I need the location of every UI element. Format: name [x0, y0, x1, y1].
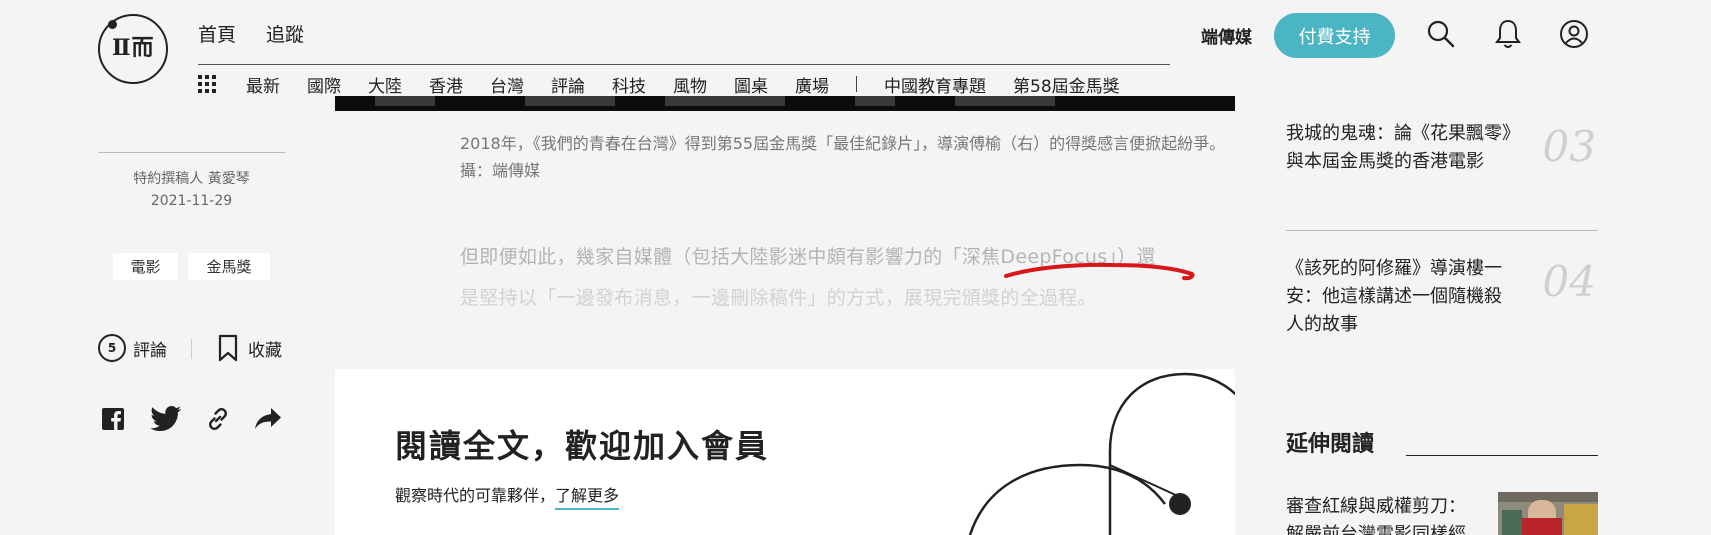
extended-reading-title: 延伸閱讀 — [1286, 431, 1375, 457]
category-opinion[interactable]: 評論 — [551, 72, 585, 97]
search-icon[interactable] — [1424, 17, 1458, 51]
article-author[interactable]: 特約撰稿人 黃愛琴 — [98, 168, 285, 188]
article-date: 2021-11-29 — [150, 193, 233, 209]
ranked-article-title: 我城的鬼魂：論《花果飄零》與本屆金馬獎的香港電影 — [1286, 123, 1511, 172]
category-tech[interactable]: 科技 — [612, 72, 646, 97]
ranked-divider — [1286, 230, 1598, 231]
body-text-start: 但即便如此，幾家自媒體（包括大陸影迷中頗有影響力的 — [460, 246, 943, 268]
rank-number: 04 — [1542, 257, 1596, 306]
category-hongkong[interactable]: 香港 — [429, 72, 463, 97]
share-icon[interactable] — [254, 405, 282, 433]
category-separator — [856, 76, 857, 92]
body-text-line2: 是堅持以「一邊發布消息，一邊刪除稿件」的方式，展現完頒獎的全過程。 — [460, 287, 1097, 309]
category-culture[interactable]: 風物 — [673, 72, 707, 97]
paywall-title: 閱讀全文，歡迎加入會員 — [395, 427, 770, 465]
ranked-article-title: 《該死的阿修羅》導演樓一安：他這樣講述一個隨機殺人的故事 — [1286, 258, 1502, 335]
site-logo[interactable]: Ⅱ而 — [98, 14, 168, 84]
ranked-article-04[interactable]: 《該死的阿修羅》導演樓一安：他這樣講述一個隨機殺人的故事 04 — [1286, 255, 1598, 339]
tag-film[interactable]: 電影 — [113, 253, 178, 280]
pay-support-button[interactable]: 付費支持 — [1274, 13, 1395, 58]
category-international[interactable]: 國際 — [307, 72, 341, 97]
category-roundtable[interactable]: 圖桌 — [734, 72, 768, 97]
save-button[interactable]: 收藏 — [218, 334, 282, 362]
extended-article-thumbnail[interactable] — [1498, 492, 1598, 535]
body-highlight-deepfocus: 「深焦DeepFocus」 — [942, 246, 1118, 268]
bell-icon[interactable] — [1491, 17, 1525, 51]
comment-count: 5 — [98, 334, 126, 362]
brand-name[interactable]: 端傳媒 — [1201, 23, 1252, 48]
comment-label: 評論 — [133, 340, 167, 361]
twitter-icon[interactable] — [149, 405, 183, 433]
meta-divider — [98, 152, 285, 153]
paywall-subtitle: 觀察時代的可靠夥伴，了解更多 — [395, 482, 620, 510]
logo-glyph: Ⅱ而 — [112, 35, 155, 61]
nav-follow[interactable]: 追蹤 — [266, 20, 304, 47]
extended-reading-rule — [1406, 455, 1598, 456]
ranked-article-03[interactable]: 我城的鬼魂：論《花果飄零》與本屆金馬獎的香港電影 03 — [1286, 120, 1598, 176]
user-icon[interactable] — [1557, 17, 1591, 51]
rank-number: 03 — [1542, 122, 1596, 171]
facebook-icon[interactable] — [99, 405, 127, 433]
bookmark-icon — [218, 334, 238, 362]
logo-dot — [108, 20, 117, 29]
action-separator — [191, 339, 192, 359]
paywall-subtitle-text: 觀察時代的可靠夥伴， — [395, 486, 556, 505]
category-latest[interactable]: 最新 — [246, 72, 280, 97]
topic-golden-horse[interactable]: 第58屆金馬獎 — [1013, 72, 1120, 97]
category-mainland[interactable]: 大陸 — [368, 72, 402, 97]
category-taiwan[interactable]: 台灣 — [490, 72, 524, 97]
article-body: 但即便如此，幾家自媒體（包括大陸影迷中頗有影響力的「深焦DeepFocus」）還… — [460, 237, 1235, 319]
topic-china-education[interactable]: 中國教育專題 — [884, 72, 986, 97]
category-square[interactable]: 廣場 — [795, 72, 829, 97]
learn-more-link[interactable]: 了解更多 — [555, 486, 620, 510]
article-image — [335, 96, 1235, 111]
save-label: 收藏 — [248, 340, 282, 361]
image-caption: 2018年，《我們的青春在台灣》得到第55屆金馬獎「最佳紀錄片」，導演傅榆（右）… — [460, 134, 1226, 180]
top-nav: 首頁 追蹤 — [198, 20, 304, 47]
body-text-end: ）還 — [1117, 246, 1156, 268]
link-icon[interactable] — [204, 405, 232, 433]
tag-golden-horse[interactable]: 金馬獎 — [188, 253, 270, 280]
grid-icon[interactable] — [198, 75, 216, 93]
category-nav: 最新 國際 大陸 香港 台灣 評論 科技 風物 圖桌 廣場 中國教育專題 第58… — [198, 70, 1147, 98]
paywall-panel: 閱讀全文，歡迎加入會員 觀察時代的可靠夥伴，了解更多 — [335, 369, 1235, 535]
nav-divider — [198, 64, 1170, 65]
comment-button[interactable]: 5 評論 — [98, 334, 167, 362]
extended-article-title[interactable]: 審查紅線與威權剪刀：解嚴前台灣電影同樣經 — [1286, 493, 1476, 535]
nav-home[interactable]: 首頁 — [198, 20, 236, 47]
